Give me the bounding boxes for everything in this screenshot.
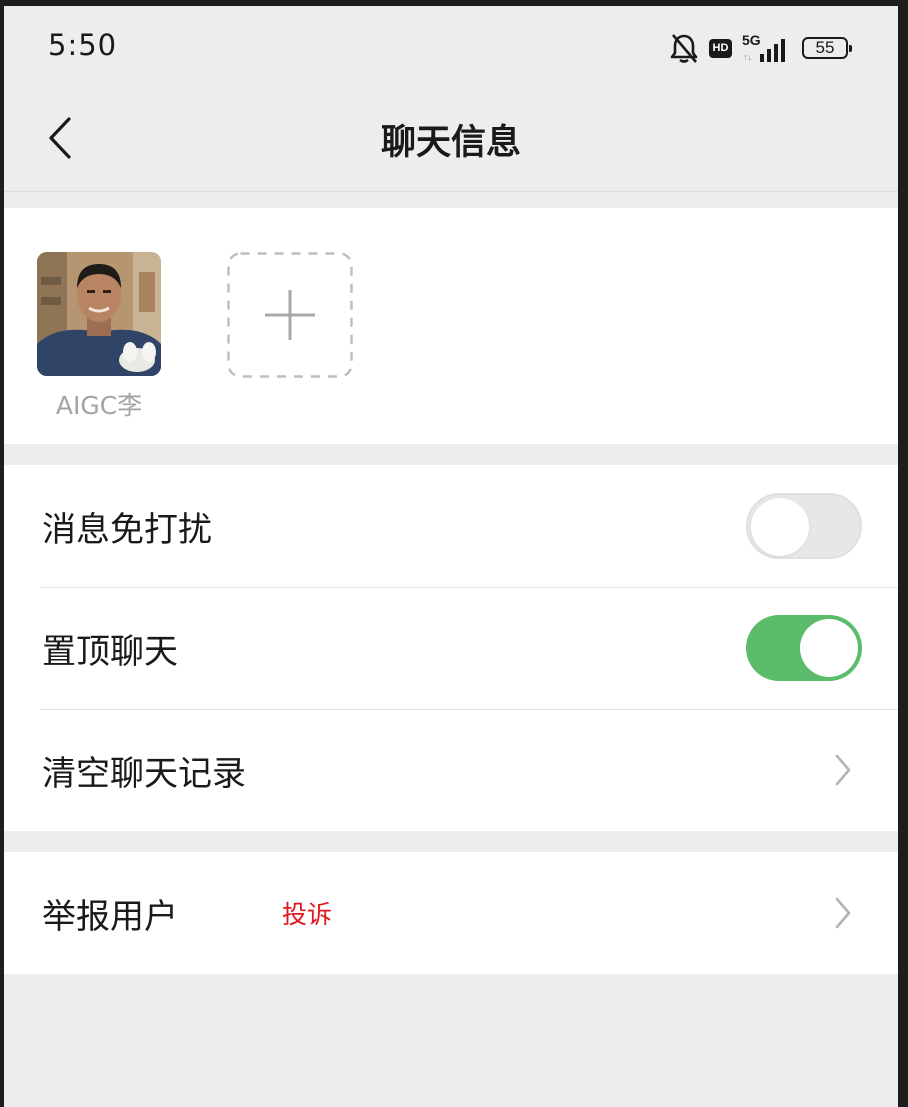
- signal-5g-icon: 5G ↑↓: [742, 32, 785, 62]
- report-group: 举报用户 投诉: [4, 852, 898, 974]
- avatar: [37, 252, 161, 376]
- battery-indicator: 55: [802, 37, 852, 59]
- chevron-right-icon: [835, 897, 851, 929]
- pin-chat-toggle[interactable]: [746, 615, 862, 681]
- pin-chat-label: 置顶聊天: [42, 631, 178, 672]
- network-type: 5G: [742, 32, 761, 48]
- add-member-button[interactable]: [227, 252, 353, 378]
- nav-bar: 聊天信息: [4, 86, 898, 192]
- clear-history-label: 清空聊天记录: [42, 753, 246, 794]
- pin-chat-row[interactable]: 置顶聊天: [4, 587, 898, 709]
- bell-muted-icon: [670, 34, 698, 63]
- mute-notifications-row[interactable]: 消息免打扰: [4, 465, 898, 587]
- page-title: 聊天信息: [380, 123, 521, 163]
- status-time: 5:50: [48, 28, 118, 62]
- chat-info-screen: 5:50 HD 5G ↑↓ 55 聊天信息 AIGC李 消息免打扰 置顶聊天 清…: [4, 6, 898, 1107]
- report-user-row[interactable]: 举报用户 投诉: [4, 852, 898, 974]
- mute-notifications-toggle[interactable]: [746, 493, 862, 559]
- hd-badge: HD: [709, 38, 732, 58]
- settings-group: 消息免打扰 置顶聊天 清空聊天记录: [4, 465, 898, 831]
- status-bar: 5:50 HD 5G ↑↓ 55: [4, 6, 898, 86]
- toggle-knob: [751, 498, 809, 556]
- toggle-knob: [800, 619, 858, 677]
- complaint-tag: 投诉: [282, 900, 333, 929]
- svg-text:↑↓: ↑↓: [743, 52, 752, 62]
- report-user-label: 举报用户: [42, 896, 178, 937]
- status-icons: HD 5G ↑↓ 55: [669, 30, 852, 66]
- members-section: AIGC李: [4, 208, 898, 444]
- mute-notifications-label: 消息免打扰: [42, 509, 212, 550]
- member-name: AIGC李: [55, 391, 143, 420]
- member-item[interactable]: AIGC李: [37, 252, 161, 422]
- chevron-right-icon: [835, 754, 851, 786]
- clear-history-row[interactable]: 清空聊天记录: [4, 709, 898, 831]
